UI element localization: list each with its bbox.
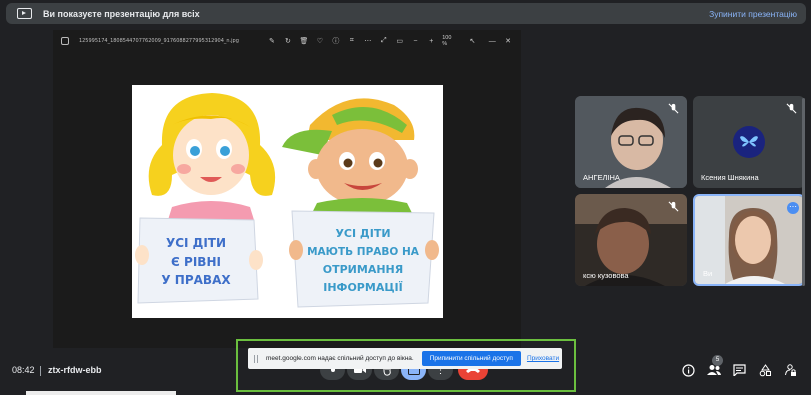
children-rights-picture: УСІ ДІТИ Є РІВНІ У ПРАВАХ УСІ ДІТИ МАЮТЬ…: [132, 85, 443, 318]
left-sign-line-1: УСІ ДІТИ: [166, 236, 226, 250]
stop-presentation-button[interactable]: Зупинити презентацію: [709, 9, 797, 19]
info-icon: [681, 363, 695, 377]
participant-name: Ксения Шнякина: [701, 173, 759, 182]
image-file-icon: [61, 37, 69, 45]
presentation-message: Ви показуєте презентацію для всіх: [43, 8, 200, 19]
right-sign-line-3: ОТРИМАННЯ: [323, 263, 403, 276]
shared-screen: 125995174_1808544707762009_9176088277995…: [53, 30, 521, 348]
chat-icon: [732, 364, 746, 376]
right-sign-line-4: ІНФОРМАЦІЇ: [323, 280, 402, 294]
viewer-toolbar: 125995174_1808544707762009_9176088277995…: [53, 30, 521, 52]
left-sign-line-2: Є РІВНІ: [171, 255, 221, 269]
taskbar-strip: [26, 391, 176, 395]
rotate-icon[interactable]: ↻: [283, 36, 293, 46]
host-controls-button[interactable]: [783, 362, 799, 378]
activities-button[interactable]: [757, 362, 773, 378]
mic-off-icon: [786, 103, 797, 114]
tiles-scrollbar[interactable]: [802, 98, 805, 286]
chat-button[interactable]: [731, 362, 747, 378]
people-button[interactable]: [706, 362, 722, 378]
drag-handle-icon[interactable]: [254, 354, 258, 363]
butterfly-icon: [740, 136, 758, 147]
share-message: meet.google.com надає спільний доступ до…: [266, 355, 414, 362]
zoom-level: 100 %: [442, 35, 452, 47]
left-sign-line-3: У ПРАВАХ: [161, 273, 231, 287]
shapes-icon: [759, 363, 771, 376]
people-icon: [707, 365, 721, 375]
participant-name: Ви: [703, 269, 713, 278]
participant-tile[interactable]: ксю кузовова: [575, 194, 687, 286]
viewer-filename: 125995174_1808544707762009_9176088277995…: [78, 38, 239, 44]
participant-tile[interactable]: АНГЕЛІНА: [575, 96, 687, 188]
right-sign-line-2: МАЮТЬ ПРАВО НА: [307, 246, 420, 258]
participant-tile-self[interactable]: ⋯ Ви: [693, 194, 805, 286]
crop-icon[interactable]: ⌗: [347, 36, 357, 46]
meeting-time: 08:42: [12, 365, 35, 375]
delete-icon[interactable]: 🗑: [299, 36, 309, 46]
meeting-details-button[interactable]: [680, 362, 696, 378]
edit-icon[interactable]: ✎: [267, 36, 277, 46]
participant-name: ксю кузовова: [583, 271, 629, 280]
mic-off-icon: [668, 103, 679, 114]
minimize-icon[interactable]: —: [487, 36, 497, 46]
favorite-icon[interactable]: ♡: [315, 36, 325, 46]
lock-person-icon: [785, 363, 796, 376]
hide-link[interactable]: Приховати: [527, 355, 559, 362]
share-notification: meet.google.com надає спільний доступ до…: [248, 348, 562, 369]
cursor-icon[interactable]: ↖: [468, 36, 478, 46]
zoom-in-icon[interactable]: +: [426, 36, 436, 46]
participant-name: АНГЕЛІНА: [583, 173, 620, 182]
zoom-out-icon[interactable]: −: [411, 36, 421, 46]
stop-sharing-button[interactable]: Припинити спільний доступ: [421, 351, 521, 366]
info-icon[interactable]: ⓘ: [331, 36, 341, 46]
avatar: [733, 126, 765, 158]
right-sign-line-1: УСІ ДІТИ: [335, 227, 390, 240]
participant-tile[interactable]: Ксения Шнякина: [693, 96, 805, 188]
mic-off-icon: [668, 201, 679, 212]
presentation-banner: Ви показуєте презентацію для всіх Зупини…: [6, 3, 806, 24]
present-screen-icon: [17, 8, 32, 19]
divider: [40, 366, 41, 376]
close-icon[interactable]: ✕: [503, 36, 513, 46]
meeting-code: ztx-rfdw-ebb: [48, 365, 102, 375]
fit-icon[interactable]: ▭: [395, 36, 405, 46]
more-options-button[interactable]: ⋯: [787, 202, 799, 214]
more-options-icon[interactable]: ⋯: [363, 36, 373, 46]
fullscreen-icon[interactable]: ⤢: [379, 36, 389, 46]
